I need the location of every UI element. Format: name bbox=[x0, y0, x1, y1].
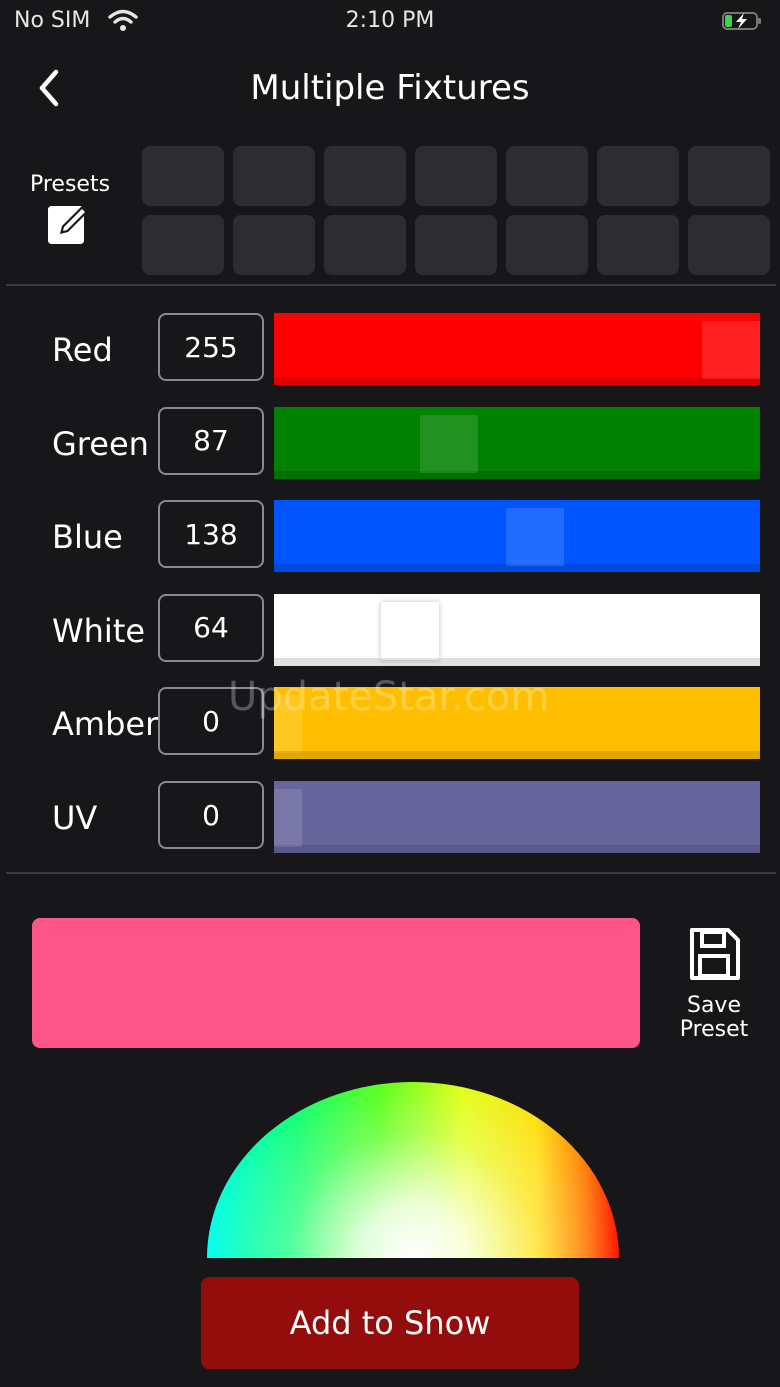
channel-row-red: Red 255 bbox=[0, 313, 780, 385]
preset-slot[interactable] bbox=[233, 146, 315, 206]
preset-slot[interactable] bbox=[688, 215, 770, 275]
preset-slot[interactable] bbox=[324, 146, 406, 206]
channel-label-amber: Amber bbox=[52, 705, 159, 744]
color-preview-swatch bbox=[32, 918, 640, 1048]
preset-slot[interactable] bbox=[233, 215, 315, 275]
slider-shade bbox=[274, 657, 760, 666]
battery-charging-icon bbox=[722, 12, 761, 30]
slider-thumb-white[interactable] bbox=[381, 601, 439, 660]
save-preset-label-line1: Save bbox=[686, 993, 741, 1018]
channel-slider-blue[interactable] bbox=[274, 500, 760, 573]
preset-slot[interactable] bbox=[506, 146, 588, 206]
channel-label-blue: Blue bbox=[52, 518, 123, 557]
channel-slider-green[interactable] bbox=[274, 406, 760, 479]
preset-slot[interactable] bbox=[597, 215, 679, 275]
channel-value-red[interactable]: 255 bbox=[158, 313, 264, 381]
save-preset-button[interactable]: Save Preset bbox=[664, 926, 764, 1056]
channel-label-white: White bbox=[52, 611, 146, 650]
preset-slot[interactable] bbox=[324, 215, 406, 275]
channel-row-amber: Amber 0 bbox=[0, 687, 780, 760]
save-preset-label-line2: Preset bbox=[679, 1017, 749, 1042]
slider-thumb-blue[interactable] bbox=[506, 508, 564, 567]
slider-thumb-red[interactable] bbox=[702, 321, 760, 379]
edit-presets-icon[interactable] bbox=[44, 200, 92, 248]
channel-value-white[interactable]: 64 bbox=[158, 593, 264, 662]
slider-thumb-uv[interactable] bbox=[274, 789, 302, 847]
preset-slot[interactable] bbox=[415, 146, 497, 206]
channel-label-red: Red bbox=[52, 331, 113, 369]
channel-slider-white[interactable] bbox=[274, 593, 760, 666]
color-wheel[interactable] bbox=[207, 1082, 619, 1258]
channel-label-uv: UV bbox=[52, 799, 98, 837]
channel-value-amber[interactable]: 0 bbox=[158, 687, 264, 756]
clock-text: 2:10 PM bbox=[345, 8, 435, 33]
preset-slot[interactable] bbox=[506, 215, 588, 275]
preset-slot[interactable] bbox=[597, 146, 679, 206]
channel-slider-uv[interactable] bbox=[274, 781, 760, 853]
preset-slot[interactable] bbox=[688, 146, 770, 206]
channel-row-green: Green 87 bbox=[0, 406, 780, 479]
slider-shade bbox=[274, 377, 760, 385]
slider-shade bbox=[274, 470, 760, 479]
channel-row-white: White 64 bbox=[0, 593, 780, 666]
slider-shade bbox=[274, 845, 760, 853]
preset-slot[interactable] bbox=[415, 215, 497, 275]
nav-bar: Multiple Fixtures bbox=[0, 52, 780, 128]
channel-row-blue: Blue 138 bbox=[0, 500, 780, 573]
slider-thumb-green[interactable] bbox=[420, 414, 478, 473]
page-title: Multiple Fixtures bbox=[250, 68, 530, 108]
presets-label: Presets bbox=[29, 172, 111, 197]
preset-slot[interactable] bbox=[142, 146, 224, 206]
status-bar: No SIM 2:10 PM bbox=[0, 0, 780, 42]
slider-shade bbox=[274, 751, 760, 760]
channel-label-green: Green bbox=[52, 424, 149, 463]
channel-row-uv: UV 0 bbox=[0, 781, 780, 853]
floppy-disk-icon bbox=[690, 928, 740, 980]
add-to-show-button[interactable]: Add to Show bbox=[201, 1277, 579, 1369]
channel-value-blue[interactable]: 138 bbox=[158, 500, 264, 569]
channel-value-green[interactable]: 87 bbox=[158, 406, 264, 475]
slider-thumb-amber[interactable] bbox=[274, 695, 302, 754]
channel-slider-red[interactable] bbox=[274, 313, 760, 385]
channel-slider-amber[interactable] bbox=[274, 687, 760, 760]
divider-top bbox=[6, 284, 776, 286]
channel-value-uv[interactable]: 0 bbox=[158, 781, 264, 849]
preset-slot[interactable] bbox=[142, 215, 224, 275]
divider-bottom bbox=[6, 872, 776, 874]
